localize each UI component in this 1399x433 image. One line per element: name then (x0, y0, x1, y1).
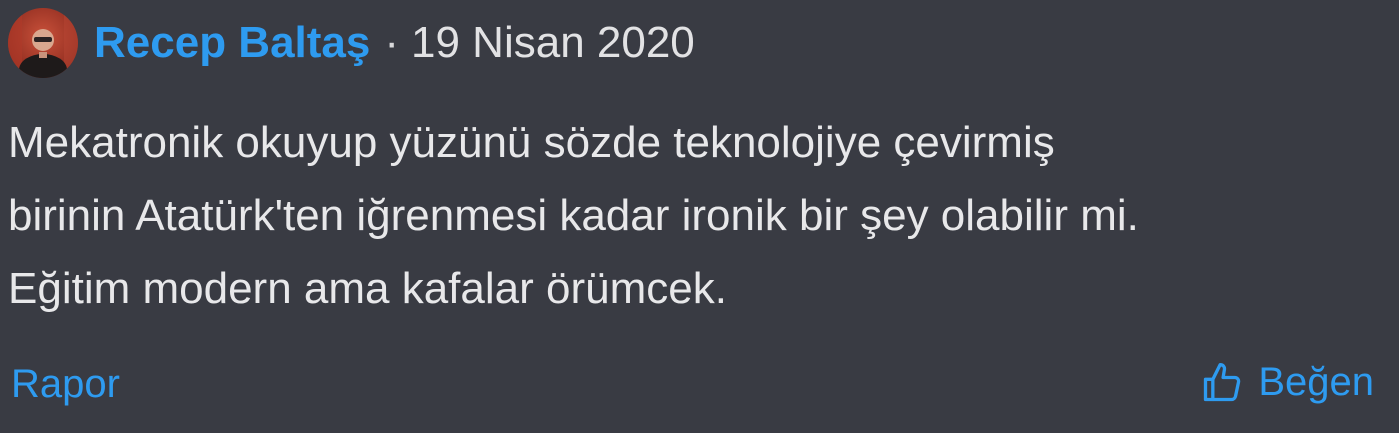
like-button[interactable]: Beğen (1200, 360, 1374, 405)
separator-dot: · (384, 18, 400, 67)
thumbs-up-outline-icon (1204, 362, 1241, 401)
comment-text: Mekatronik okuyup yüzünü sözde teknoloji… (8, 118, 1139, 313)
avatar-image (8, 8, 78, 78)
comment-date: 19 Nisan 2020 (411, 18, 695, 67)
comment-card: Recep Baltaş · 19 Nisan 2020 Mekatronik … (0, 0, 1399, 433)
like-label: Beğen (1258, 360, 1374, 404)
comment-header: Recep Baltaş · 19 Nisan 2020 (8, 8, 695, 78)
avatar[interactable] (8, 8, 78, 78)
author-name-link[interactable]: Recep Baltaş (94, 18, 370, 68)
report-link[interactable]: Rapor (11, 362, 120, 407)
